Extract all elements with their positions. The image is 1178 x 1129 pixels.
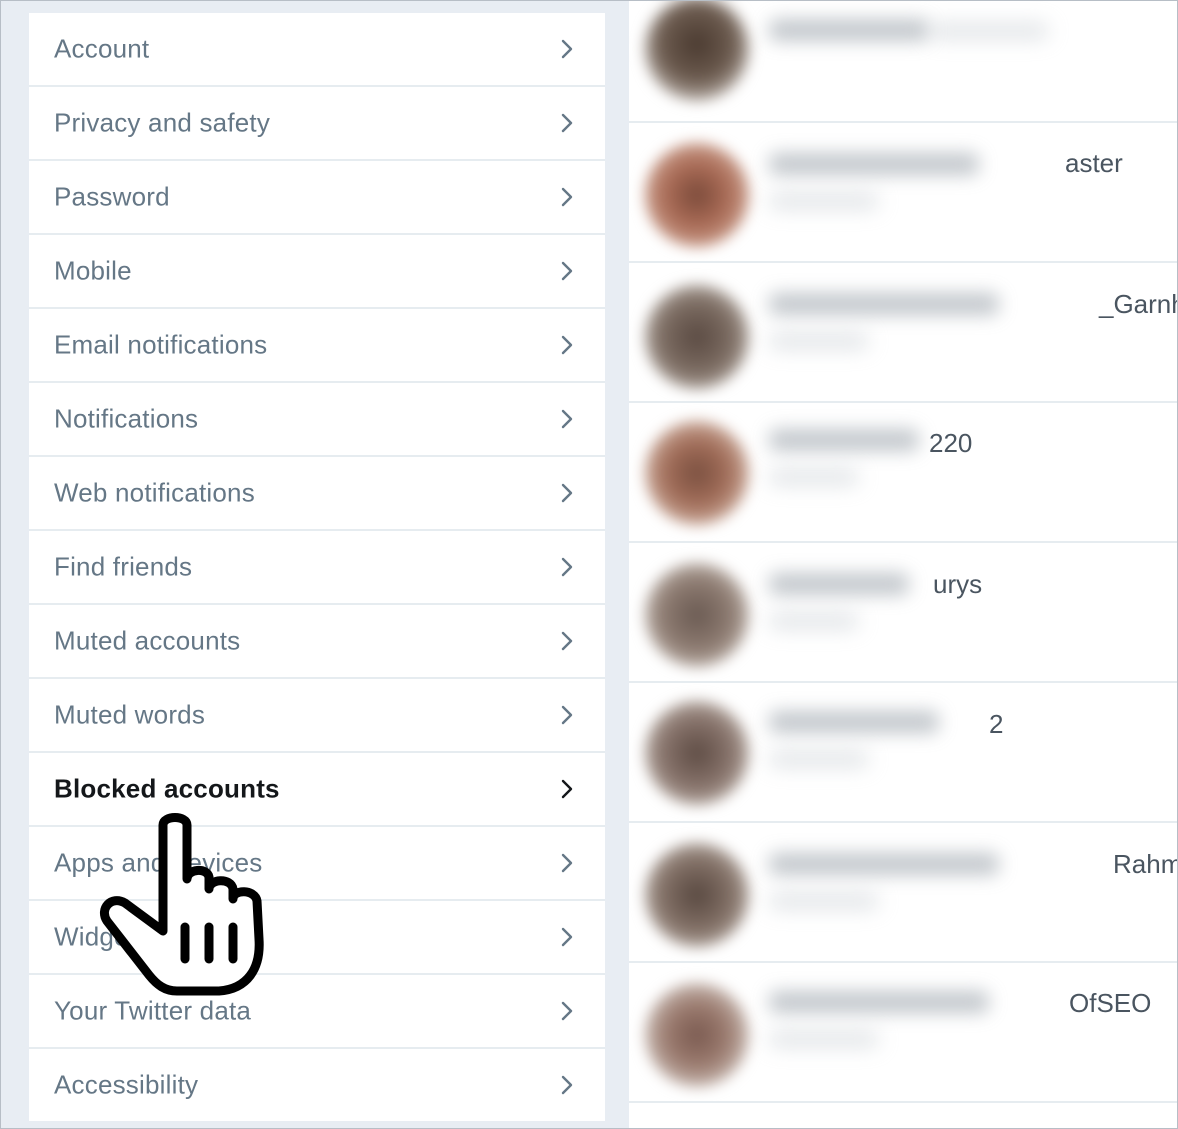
menu-item-email-notifications[interactable]: Email notifications [29,309,605,381]
chevron-right-icon [561,187,573,207]
avatar [645,421,749,525]
menu-item-label: Email notifications [54,329,268,360]
menu-item-label: Muted words [54,699,206,730]
visible-name-fragment: OfSEO [1069,988,1152,1018]
blurred-handle [769,333,869,349]
visible-name-fragment: urys [933,569,983,599]
chevron-right-icon [561,335,573,355]
avatar [645,843,749,947]
chevron-right-icon [561,409,573,429]
blurred-name [769,853,999,875]
chevron-right-icon [561,631,573,651]
blurred-name [769,293,999,315]
menu-item-password[interactable]: Password [29,161,605,233]
blocked-account-row[interactable]: _Garnh [629,263,1178,401]
menu-item-mobile[interactable]: Mobile [29,235,605,307]
avatar [645,563,749,667]
blocked-accounts-list: aster _Garnh 220 urys 2 Rahm OfSEO [629,1,1178,1128]
app-window: Account Privacy and safety Password Mobi… [0,0,1178,1129]
menu-item-label: Widgets [54,921,150,952]
blocked-account-row[interactable] [629,1,1177,121]
blocked-account-row[interactable]: aster [629,123,1177,261]
menu-item-label: Privacy and safety [54,107,271,138]
blurred-name [769,19,929,41]
chevron-right-icon [561,779,573,799]
menu-item-label: Mobile [54,255,132,286]
menu-item-label: Account [54,33,150,64]
blurred-handle [769,1031,879,1047]
menu-item-label: Web notifications [54,477,255,508]
chevron-right-icon [561,1075,573,1095]
blurred-handle [769,893,879,909]
blocked-account-row[interactable]: OfSEO [629,963,1177,1101]
menu-item-privacy-and-safety[interactable]: Privacy and safety [29,87,605,159]
menu-item-your-twitter-data[interactable]: Your Twitter data [29,975,605,1047]
blurred-handle [769,751,869,767]
blurred-handle [769,613,859,629]
avatar [645,1,749,101]
menu-item-label: Your Twitter data [54,995,252,1026]
blocked-account-row[interactable] [629,1103,1177,1128]
blurred-name [769,429,919,451]
menu-item-accessibility[interactable]: Accessibility [29,1049,605,1121]
menu-item-label: Password [54,181,170,212]
blocked-account-row[interactable]: Rahm [629,823,1178,961]
blurred-name [769,153,979,175]
menu-item-label: Blocked accounts [54,773,280,804]
visible-name-fragment: aster [1065,148,1123,178]
avatar [645,983,749,1087]
blurred-name [769,991,989,1013]
avatar [645,285,749,389]
avatar [645,143,749,247]
chevron-right-icon [561,113,573,133]
chevron-right-icon [561,483,573,503]
menu-item-blocked-accounts[interactable]: Blocked accounts [29,753,605,825]
chevron-right-icon [561,557,573,577]
menu-item-muted-words[interactable]: Muted words [29,679,605,751]
menu-item-label: Notifications [54,403,199,434]
avatar [645,701,749,805]
visible-name-fragment: Rahm [1113,849,1178,879]
blocked-account-row[interactable]: urys [629,543,1177,681]
blurred-handle [769,469,859,485]
visible-name-fragment: 2 [989,709,1004,739]
chevron-right-icon [561,261,573,281]
menu-item-find-friends[interactable]: Find friends [29,531,605,603]
blurred-handle [929,23,1049,39]
menu-item-label: Muted accounts [54,625,241,656]
blocked-account-row[interactable]: 2 [629,683,1177,821]
settings-menu: Account Privacy and safety Password Mobi… [29,13,605,1121]
blurred-name [769,573,909,595]
menu-item-label: Apps and devices [54,847,263,878]
menu-item-account[interactable]: Account [29,13,605,85]
menu-item-apps-and-devices[interactable]: Apps and devices [29,827,605,899]
visible-name-fragment: 220 [929,428,973,458]
chevron-right-icon [561,927,573,947]
chevron-right-icon [561,705,573,725]
visible-name-fragment: _Garnh [1099,289,1178,319]
blurred-handle [769,193,879,209]
menu-item-label: Accessibility [54,1069,199,1100]
blocked-account-row[interactable]: 220 [629,403,1177,541]
chevron-right-icon [561,39,573,59]
menu-item-label: Find friends [54,551,193,582]
menu-item-muted-accounts[interactable]: Muted accounts [29,605,605,677]
chevron-right-icon [561,1001,573,1021]
blurred-name [769,711,939,733]
menu-item-notifications[interactable]: Notifications [29,383,605,455]
chevron-right-icon [561,853,573,873]
menu-item-widgets[interactable]: Widgets [29,901,605,973]
menu-item-web-notifications[interactable]: Web notifications [29,457,605,529]
